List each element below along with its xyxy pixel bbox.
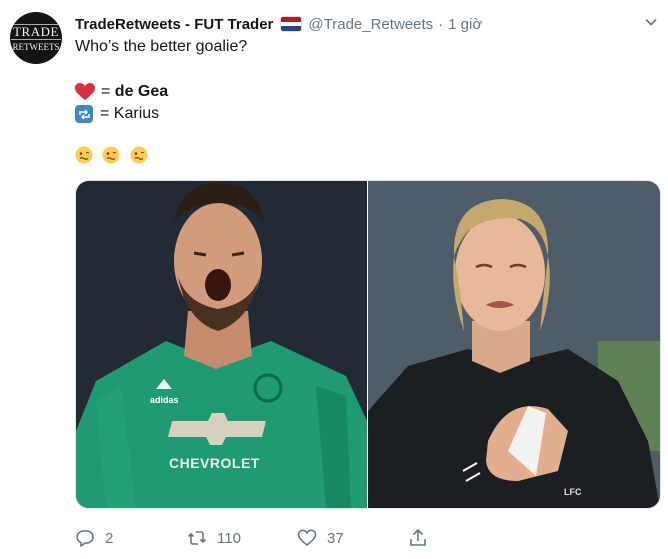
reply-button[interactable]: 2 bbox=[75, 526, 113, 550]
avatar-text-top: TRADE bbox=[11, 24, 61, 40]
woozy-face-emoji bbox=[130, 146, 148, 164]
woozy-face-emoji bbox=[75, 146, 93, 164]
club-badge-text: LFC bbox=[564, 487, 582, 497]
retweet-button[interactable]: 110 bbox=[187, 526, 241, 550]
woozy-face-emoji bbox=[102, 146, 120, 164]
share-icon bbox=[410, 528, 426, 546]
retweet-icon bbox=[187, 531, 207, 545]
option-1-equals: = bbox=[101, 83, 111, 100]
poll-option-1: = de Gea bbox=[75, 81, 168, 103]
retweet-count: 110 bbox=[217, 529, 241, 547]
chevron-down-icon[interactable] bbox=[644, 15, 658, 29]
photo-de-gea[interactable]: CHEVROLET adidas bbox=[76, 181, 367, 508]
emoji-row bbox=[75, 146, 153, 169]
author-handle[interactable]: @Trade_Retweets bbox=[308, 16, 433, 33]
option-2-name: Karius bbox=[113, 105, 160, 122]
poll-option-2: = Karius bbox=[75, 103, 159, 125]
brand-text: adidas bbox=[150, 395, 179, 405]
tweet-time[interactable]: 1 giờ bbox=[448, 16, 482, 33]
netherlands-flag-icon bbox=[280, 16, 303, 32]
author-name[interactable]: TradeRetweets - FUT Trader bbox=[75, 16, 273, 33]
like-button[interactable]: 37 bbox=[297, 526, 344, 550]
tweet-actions: 2 110 37 bbox=[75, 526, 495, 550]
avatar-text-bottom: RETWEETS bbox=[12, 42, 60, 52]
reply-count: 2 bbox=[105, 529, 114, 547]
avatar[interactable]: TRADE RETWEETS bbox=[10, 12, 62, 64]
share-button[interactable] bbox=[408, 526, 438, 550]
red-heart-emoji bbox=[75, 83, 95, 100]
option-1-name: de Gea bbox=[114, 83, 169, 100]
retweet-emoji bbox=[75, 105, 93, 123]
tweet-text-line: Who’s the better goalie? bbox=[75, 38, 248, 55]
separator-dot: · bbox=[438, 15, 444, 33]
like-icon bbox=[297, 529, 317, 547]
reply-icon bbox=[76, 530, 94, 547]
option-2-equals: = bbox=[100, 105, 110, 122]
photo-karius[interactable]: LFC bbox=[368, 181, 660, 508]
tweet-header: TradeRetweets - FUT Trader @Trade_Retwee… bbox=[75, 13, 656, 35]
like-count: 37 bbox=[327, 529, 344, 547]
sponsor-text: CHEVROLET bbox=[169, 455, 260, 471]
tweet-media: CHEVROLET adidas LFC bbox=[75, 180, 661, 509]
